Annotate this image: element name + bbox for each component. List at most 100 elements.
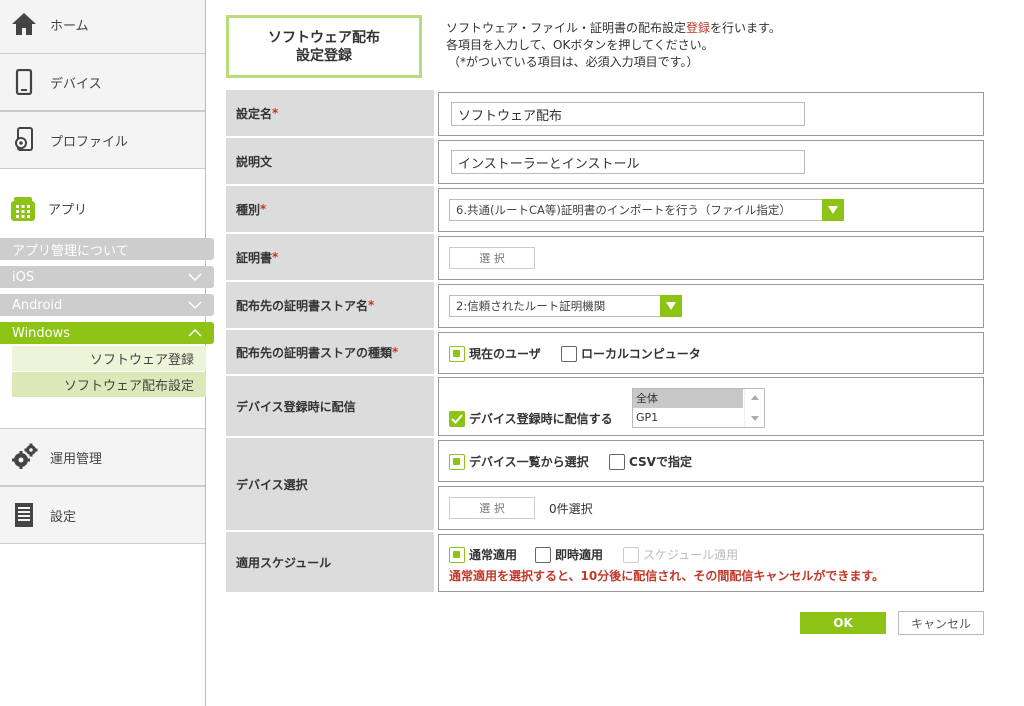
sidebar-item-app-about[interactable]: アプリ管理について (0, 238, 214, 260)
schedule-row: 通常適用 即時適用 スケジュール適用 通常適用を選択すると、10分後に配信され、… (438, 534, 984, 592)
chevron-up-icon (188, 328, 202, 337)
option-label: 即時適用 (555, 548, 604, 562)
desc-text: ソフトウェア・ファイル・証明書の配布設定 (446, 21, 687, 35)
schedule-note: 通常適用を選択すると、10分後に配信され、その間配信キャンセルができます。 (449, 569, 885, 583)
description-line1: ソフトウェア・ファイル・証明書の配布設定登録を行います。 (446, 20, 781, 37)
home-icon (10, 10, 38, 38)
desc-text: を行います。 (710, 21, 781, 35)
schedule-normal-option[interactable]: 通常適用 (449, 546, 517, 563)
setting-name-input[interactable]: ソフトウェア配布 (451, 102, 805, 126)
page-title-line2: 設定登録 (296, 47, 352, 64)
type-select[interactable]: 6.共通(ルートCA等)証明書のインポートを行う（ファイル指定） (449, 199, 844, 221)
device-select-label: デバイス選択 (226, 438, 434, 530)
nav-app-label: アプリ (48, 202, 88, 218)
smartphone-icon (10, 68, 38, 96)
description-line2: 各項目を入力して、OKボタンを押してください。 (446, 38, 714, 52)
nav-settings-label: 設定 (50, 509, 77, 525)
label-text: 配布先の証明書ストアの種類 (236, 345, 393, 360)
sidebar-item-software-register[interactable]: ソフトウェア登録 (12, 346, 206, 371)
option-label: 通常適用 (469, 548, 518, 562)
description-input[interactable]: インストーラーとインストール (451, 150, 805, 174)
cancel-button[interactable]: キャンセル (898, 611, 984, 635)
chevron-down-icon (188, 301, 202, 310)
store-type-label: 配布先の証明書ストアの種類 * (226, 330, 434, 374)
label-text: デバイス登録時に配信 (236, 399, 356, 414)
option-label: ローカルコンピュータ (581, 347, 701, 361)
device-select-button[interactable]: 選 択 (449, 497, 535, 519)
description-line3: （*がついている項目は、必須入力項目です。） (448, 55, 699, 69)
listbox-scrollbar[interactable] (744, 389, 764, 427)
radio-selected-icon (449, 345, 465, 362)
schedule-immediate-option[interactable]: 即時適用 (535, 546, 603, 563)
list-item[interactable]: 全体 (633, 389, 743, 408)
device-select-csv-option[interactable]: CSVで指定 (609, 453, 692, 470)
certificate-label: 証明書 * (226, 234, 434, 280)
dropdown-arrow-icon (660, 295, 682, 317)
sidebar-item-label: Android (12, 297, 63, 313)
sidebar-item-label: ソフトウェア登録 (89, 353, 194, 368)
deliver-on-register-row: デバイス登録時に配信する 全体 GP1 (438, 377, 984, 436)
sidebar-item-label: アプリ管理について (12, 243, 129, 259)
sidebar-item-label: ソフトウェア配布設定 (63, 379, 194, 394)
nav-settings[interactable]: 設定 (0, 486, 205, 544)
sidebar-item-windows[interactable]: Windows (0, 322, 214, 344)
device-select-list-option[interactable]: デバイス一覧から選択 (449, 453, 589, 470)
dropdown-arrow-icon (822, 199, 844, 221)
nav-operations[interactable]: 運用管理 (0, 428, 205, 486)
label-text: デバイス選択 (236, 477, 308, 492)
label-text: 設定名 (236, 106, 273, 121)
label-text: 証明書 (236, 250, 273, 265)
option-label: CSVで指定 (629, 455, 692, 469)
page-title: ソフトウェア配布 設定登録 (226, 15, 422, 78)
schedule-label: 適用スケジュール (226, 532, 434, 592)
certificate-row: 選 択 (438, 236, 984, 280)
store-type-local-computer-option[interactable]: ローカルコンピュータ (561, 345, 701, 362)
certificate-select-button[interactable]: 選 択 (449, 247, 535, 269)
deliver-on-register-checkbox[interactable]: デバイス登録時に配信する (449, 410, 613, 427)
sidebar-item-software-distribution[interactable]: ソフトウェア配布設定 (12, 372, 206, 397)
schedule-scheduled-option: スケジュール適用 (623, 546, 738, 563)
option-label: デバイス一覧から選択 (469, 455, 589, 469)
app-grid-icon (8, 193, 38, 223)
device-select-picker-row: 選 択 0件選択 (438, 486, 984, 530)
sidebar-item-android[interactable]: Android (0, 294, 214, 316)
list-item[interactable]: GP1 (633, 408, 743, 427)
nav-home-label: ホーム (50, 18, 89, 34)
desc-highlight: 登録 (686, 21, 711, 35)
nav-device[interactable]: デバイス (0, 53, 205, 111)
store-type-current-user-option[interactable]: 現在のユーザ (449, 345, 541, 362)
select-value: 6.共通(ルートCA等)証明書のインポートを行う（ファイル指定） (456, 203, 791, 217)
sidebar-item-label: Windows (12, 325, 71, 341)
device-select-method-row: デバイス一覧から選択 CSVで指定 (438, 440, 984, 482)
input-value: インストーラーとインストール (458, 156, 640, 172)
group-listbox[interactable]: 全体 GP1 (632, 388, 765, 428)
sidebar-item-ios[interactable]: iOS (0, 266, 214, 288)
required-mark: * (368, 298, 375, 312)
scroll-arrows-icon (751, 395, 759, 421)
option-label: スケジュール適用 (643, 548, 739, 562)
label-text: 配布先の証明書ストア名 (236, 298, 369, 313)
page-description: ソフトウェア・ファイル・証明書の配布設定登録を行います。 各項目を入力して、OK… (446, 20, 781, 71)
store-type-row: 現在のユーザ ローカルコンピュータ (438, 332, 984, 374)
document-list-icon (10, 501, 38, 529)
nav-home[interactable]: ホーム (0, 0, 205, 54)
gears-icon (10, 443, 38, 471)
radio-selected-icon (449, 453, 465, 470)
option-label: デバイス登録時に配信する (469, 412, 613, 426)
setting-name-label: 設定名 * (226, 90, 434, 136)
checkbox-checked-icon (449, 410, 465, 427)
ok-button[interactable]: OK (800, 612, 886, 634)
nav-app[interactable]: アプリ (0, 186, 205, 230)
sidebar-item-label: iOS (12, 269, 35, 285)
profile-gear-icon (10, 126, 38, 154)
nav-profile[interactable]: プロファイル (0, 111, 205, 169)
setting-name-row: ソフトウェア配布 (438, 92, 984, 136)
label-text: 説明文 (236, 154, 273, 169)
store-name-select[interactable]: 2:信頼されたルート証明機関 (449, 295, 682, 317)
deliver-on-register-label: デバイス登録時に配信 (226, 376, 434, 436)
input-value: ソフトウェア配布 (458, 108, 563, 124)
required-mark: * (392, 345, 399, 359)
page-title-line1: ソフトウェア配布 (268, 29, 380, 46)
required-mark: * (260, 202, 267, 216)
chevron-down-icon (188, 273, 202, 282)
